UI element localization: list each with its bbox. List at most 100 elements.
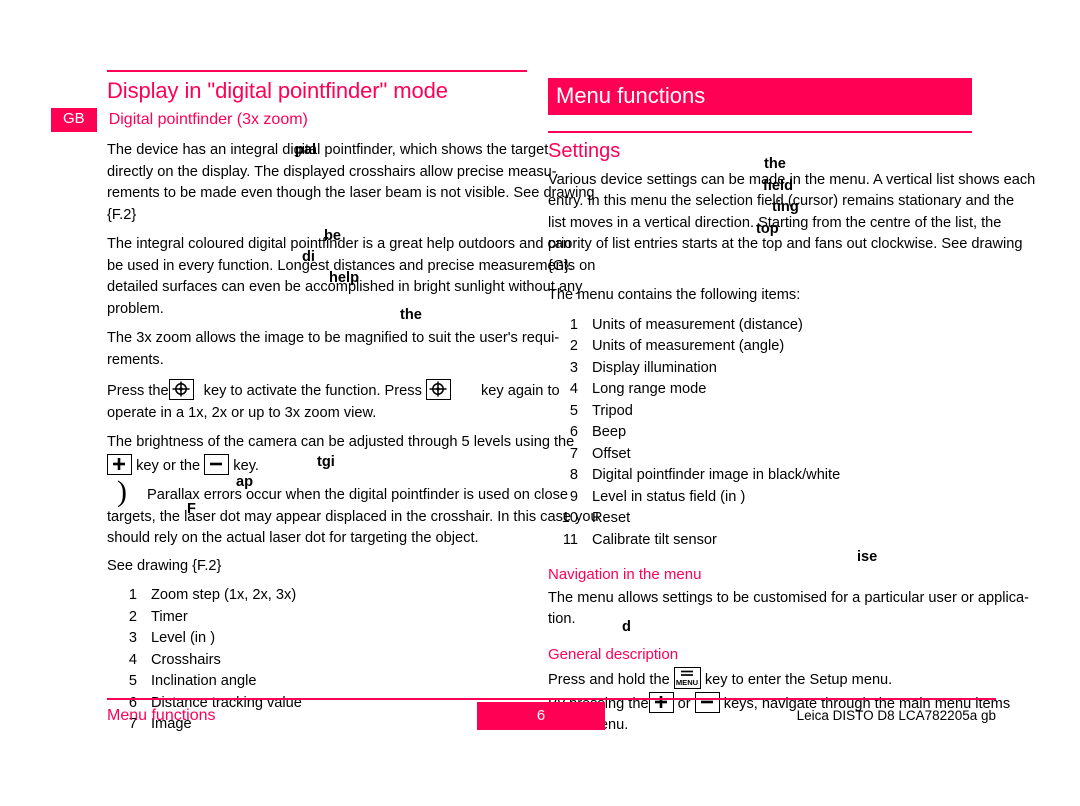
text-line: detailed surfaces can even be accomplish… xyxy=(107,279,583,296)
text-line: rements. xyxy=(107,351,164,368)
overlap-word: ise xyxy=(857,549,878,565)
text-fragment: key or the xyxy=(136,457,201,474)
section-banner-menu-functions: Menu functions xyxy=(548,78,972,115)
text-fragment: Press the xyxy=(107,383,169,400)
list-item: 4 Long range mode xyxy=(548,379,996,401)
text-line: rements to be made even though the laser… xyxy=(107,185,595,202)
note-warning-icon: ) xyxy=(117,475,127,509)
minus-key-icon[interactable] xyxy=(204,453,230,475)
list-item-number: 6 xyxy=(569,424,578,441)
text-line: Parallax errors occur when the digital p… xyxy=(147,487,569,504)
list-item: 4 Crosshairs xyxy=(107,650,527,672)
plus-key-icon[interactable] xyxy=(107,453,132,475)
list-item: 1 Units of measurement (distance) xyxy=(548,315,996,337)
text-line: tion. xyxy=(548,611,576,628)
list-item: 3 Display illumination xyxy=(548,358,996,380)
list-item-label: Tripod xyxy=(592,402,633,419)
text-line: {F.2} xyxy=(107,206,137,223)
list-item: 5 Inclination angle xyxy=(107,671,527,693)
page-number-badge: 6 xyxy=(477,702,605,730)
text-line: The device has an integral digital point… xyxy=(107,142,549,159)
list-item: 10 Reset xyxy=(548,508,996,530)
text-line: targets, the laser dot may appear displa… xyxy=(107,508,599,525)
list-item-label: Level in status field (in ) xyxy=(592,488,746,505)
text-line: The integral coloured digital pointfinde… xyxy=(107,236,572,253)
paragraph-activate-function: Press the key to activate the function. … xyxy=(107,379,560,424)
crosshair-key-icon[interactable] xyxy=(168,379,194,401)
list-item-number: 1 xyxy=(128,587,137,604)
overlap-word: the xyxy=(764,156,786,172)
left-column: Display in "digital pointfinder" mode GB… xyxy=(51,70,599,736)
paragraph-navigation: The menu allows settings to be customise… xyxy=(548,588,1030,631)
list-item-number: 7 xyxy=(569,445,578,462)
list-item: 7 Offset xyxy=(548,444,996,466)
list-item: 11 Calibrate tilt sensor xyxy=(548,530,996,552)
language-heading-row: GB Digital pointfinder (3x zoom) xyxy=(51,108,527,133)
paragraph-zoom-magnify: The 3x zoom allows the image to be magni… xyxy=(107,328,560,371)
parallax-note: ) Parallax errors occur when the digital… xyxy=(107,477,599,550)
page-title: Display in "digital pointfinder" mode xyxy=(107,78,448,103)
page-footer: Menu functions 6 Leica DISTO D8 LCA78220… xyxy=(107,698,996,732)
crosshair-key-icon[interactable] xyxy=(425,379,451,401)
paragraph-menu-items-intro: The menu contains the following items: xyxy=(548,287,801,304)
list-item-number: 3 xyxy=(128,630,137,647)
text-line: operate in a 1x, 2x or up to 3x zoom vie… xyxy=(107,404,377,421)
list-item-number: 5 xyxy=(128,673,137,690)
text-fragment: Press and hold the xyxy=(548,672,670,689)
overlap-word: help xyxy=(329,270,359,286)
list-item-number: 2 xyxy=(569,338,578,355)
list-item-number: 5 xyxy=(569,402,578,419)
text-line: The menu allows settings to be customise… xyxy=(548,589,1030,606)
list-item-label: Units of measurement (distance) xyxy=(592,316,803,333)
text-line: {G}. xyxy=(548,257,574,274)
text-line-with-keys: Press the key to activate the function. … xyxy=(107,379,560,403)
overlap-word: di xyxy=(302,249,315,265)
menu-key-icon[interactable]: MENU xyxy=(673,667,701,690)
text-fragment: key again to xyxy=(480,383,560,400)
list-item-number: 11 xyxy=(562,531,578,548)
menu-items-list: 1 Units of measurement (distance) 2 Unit… xyxy=(548,315,996,552)
list-item-number: 4 xyxy=(128,651,137,668)
list-item-number: 9 xyxy=(569,488,578,505)
paragraph-coloured-pointfinder: The integral coloured digital pointfinde… xyxy=(107,234,595,320)
list-item: 6 Beep xyxy=(548,422,996,444)
list-item: 5 Tripod xyxy=(548,401,996,423)
list-item-label: Display illumination xyxy=(592,359,717,376)
list-item-number: 10 xyxy=(561,510,578,527)
list-item: 2 Timer xyxy=(107,607,527,629)
overlap-word: be xyxy=(324,228,342,244)
overlap-word: the xyxy=(400,307,422,323)
text-line: should rely on the actual laser dot for … xyxy=(107,530,479,547)
list-item-number: 3 xyxy=(569,359,578,376)
footer-rule xyxy=(107,698,996,700)
list-item: 8 Digital pointfinder image in black/whi… xyxy=(548,465,996,487)
text-line: directly on the display. The displayed c… xyxy=(107,163,557,180)
left-top-rule xyxy=(107,70,527,72)
list-item-label: Beep xyxy=(592,424,627,441)
list-item-label: Reset xyxy=(592,510,631,527)
overlap-word: field xyxy=(763,178,793,194)
overlap-word: ap xyxy=(236,474,254,490)
overlap-word: ting xyxy=(772,199,799,215)
text-line: The 3x zoom allows the image to be magni… xyxy=(107,330,560,347)
list-item: 3 Level (in ) xyxy=(107,628,527,650)
text-line: problem. xyxy=(107,300,164,317)
list-item-label: Timer xyxy=(151,608,188,625)
sub-heading: Digital pointfinder (3x zoom) xyxy=(108,110,308,128)
list-item-label: Offset xyxy=(592,445,631,462)
sub-title-navigation: Navigation in the menu xyxy=(548,566,702,584)
list-item-label: Units of measurement (angle) xyxy=(592,338,785,355)
see-drawing-reference: See drawing {F.2} xyxy=(107,557,222,574)
list-item-label: Crosshairs xyxy=(151,651,221,668)
language-badge: GB xyxy=(51,108,97,133)
overlap-word: tgi xyxy=(317,454,335,470)
overlap-word: pal xyxy=(295,142,317,158)
list-item-number: 4 xyxy=(569,381,578,398)
text-fragment: key to activate the function. Press xyxy=(203,383,422,400)
footer-product-label: Leica DISTO D8 LCA782205a gb xyxy=(796,708,996,723)
list-item-number: 2 xyxy=(128,608,137,625)
right-rule xyxy=(548,130,972,133)
footer-chapter-label: Menu functions xyxy=(107,707,216,724)
overlap-word: d xyxy=(622,619,631,635)
list-item-number: 8 xyxy=(569,467,578,484)
